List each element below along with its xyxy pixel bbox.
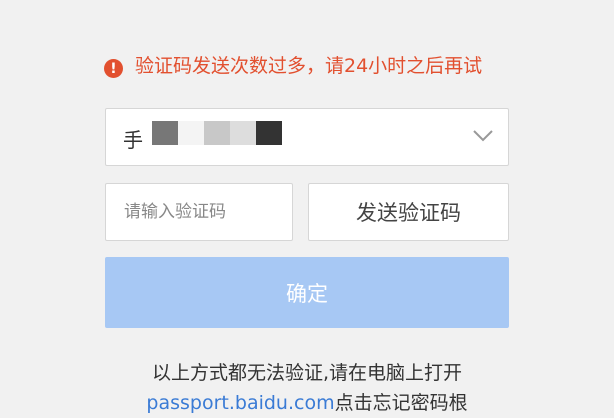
error-message: 验证码发送次数过多，请24小时之后再试 <box>135 55 483 77</box>
masked-phone-digits <box>152 121 282 145</box>
chevron-down-icon[interactable] <box>472 129 494 143</box>
verification-code-input[interactable] <box>105 183 293 241</box>
passport-link[interactable]: passport.baidu.com <box>146 392 334 414</box>
phone-number-value: 手 <box>123 128 143 152</box>
confirm-button[interactable]: 确定 <box>105 257 509 328</box>
error-message-row: ! 验证码发送次数过多，请24小时之后再试 <box>104 55 504 78</box>
pixelated-mask <box>152 121 282 145</box>
phone-number-select[interactable]: 手 <box>105 108 509 166</box>
help-text: 以上方式都无法验证,请在电脑上打开 passport.baidu.com点击忘记… <box>105 358 509 418</box>
help-text-line1: 以上方式都无法验证,请在电脑上打开 <box>151 362 463 384</box>
help-text-line2: 点击忘记密码根 <box>334 392 468 414</box>
send-code-button[interactable]: 发送验证码 <box>308 183 509 241</box>
exclamation-circle-icon: ! <box>104 59 123 78</box>
